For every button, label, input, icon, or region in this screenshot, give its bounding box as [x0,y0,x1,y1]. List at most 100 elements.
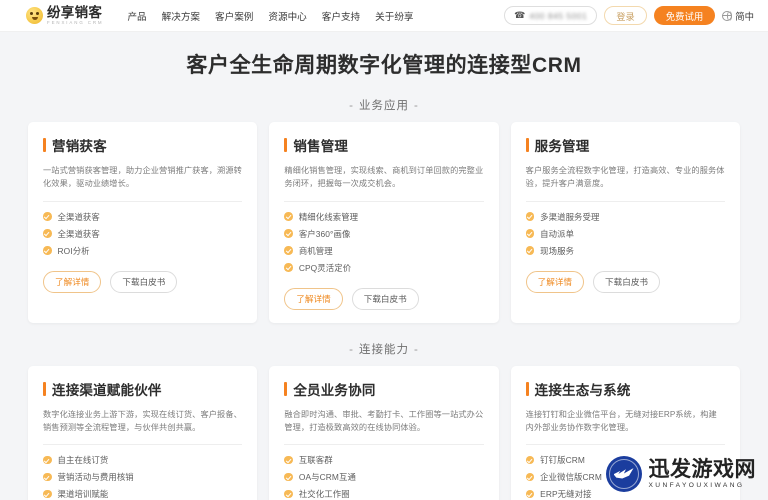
header-actions: ☎ 400 845 5001 登录 免费试用 简中 [504,6,754,25]
page-root: 纷享销客 FENXIANG CRM 产品 解决方案 客户案例 资源中心 客户支持… [0,0,768,500]
card-sales[interactable]: 销售管理 精细化销售管理，实现线索、商机到订单回款的完整业务闭环，把握每一次成交… [269,122,499,323]
nav-item-cases[interactable]: 客户案例 [215,9,253,23]
phone-number: 400 845 5001 [529,10,588,21]
free-trial-button[interactable]: 免费试用 [653,6,716,25]
feature-label: 钉钉版CRM [540,455,585,466]
check-circle-icon [43,489,52,499]
list-item[interactable]: 全渠道获客 [43,228,242,240]
card-description: 精细化销售管理，实现线索、商机到订单回款的完整业务闭环，把握每一次成交机会。 [284,166,484,189]
check-circle-icon [43,212,52,221]
card-ecosystem[interactable]: 连接生态与系统 连接钉钉和企业微信平台，无缝对接ERP系统，构建内外部业务协作数… [510,365,740,500]
accent-bar-icon [43,381,46,396]
accent-bar-icon [525,381,529,396]
card-marketing[interactable]: 营销获客 一站式营销获客管理，助力企业营销推广获客，溯源转化效果，驱动业绩增长。… [28,122,258,323]
download-whitepaper-button[interactable]: 下载白皮书 [593,270,661,293]
check-circle-icon [525,489,535,499]
nav-item-support[interactable]: 客户支持 [322,9,360,23]
list-item[interactable]: 精细化线索管理 [284,211,483,223]
phone-icon: ☎ [514,10,526,20]
list-item[interactable]: 渠道培训赋能 [43,488,242,500]
list-item[interactable]: 自主在线订货 [43,454,242,466]
check-circle-icon [43,229,52,238]
feature-label: 客户360°画像 [298,228,351,239]
section-label-connectivity: - 连接能力 - [0,341,768,357]
card-header: 营销获客 [43,135,242,155]
main-nav: 产品 解决方案 客户案例 资源中心 客户支持 关于纷享 [127,9,413,23]
login-button[interactable]: 登录 [604,6,647,25]
feature-label: 互联客群 [298,455,333,466]
feature-list: 全渠道获客 全渠道获客 ROI分析 [43,211,242,257]
divider [525,200,725,202]
card-actions: 了解详情 下载白皮书 [525,270,725,293]
card-header: 销售管理 [284,135,483,155]
check-circle-icon [284,489,293,499]
list-item[interactable]: ERP无缝对接 [525,488,725,500]
download-whitepaper-button[interactable]: 下载白皮书 [110,270,178,293]
feature-label: 现场服务 [540,245,575,256]
list-item[interactable]: 营销活动与费用核销 [43,471,242,483]
list-item[interactable]: 钉钉版CRM [525,454,725,466]
list-item[interactable]: CPQ灵活定价 [284,262,483,274]
list-item[interactable]: 自动派单 [525,228,725,240]
list-item[interactable]: ROI分析 [43,245,242,257]
learn-more-button[interactable]: 了解详情 [43,270,102,293]
brand-name: 纷享销客 [47,4,103,20]
accent-bar-icon [43,138,46,152]
list-item[interactable]: 多渠道服务受理 [525,211,725,223]
section-label-business: - 业务应用 - [0,97,768,113]
card-grid-connectivity: 连接渠道赋能伙伴 数字化连接业务上游下游，实现在线订货、客户报备、销售预测等全流… [0,365,768,500]
language-switcher[interactable]: 简中 [722,9,754,23]
brand-logo[interactable]: 纷享销客 FENXIANG CRM [26,6,103,25]
check-circle-icon [284,472,293,482]
feature-label: ROI分析 [57,245,90,256]
page-title: 客户全生命周期数字化管理的连接型CRM [186,54,582,77]
nav-item-products[interactable]: 产品 [127,9,146,23]
dash-right: - [414,343,419,356]
feature-label: CPQ灵活定价 [298,262,352,273]
card-title: 营销获客 [52,139,107,154]
dash-left: - [349,100,354,112]
check-circle-icon [43,472,52,482]
list-item[interactable]: 互联客群 [284,454,483,466]
card-channel-partners[interactable]: 连接渠道赋能伙伴 数字化连接业务上游下游，实现在线订货、客户报备、销售预测等全流… [28,365,258,500]
accent-bar-icon [284,138,288,152]
check-circle-icon [284,229,293,238]
card-collaboration[interactable]: 全员业务协同 融合即时沟通、审批、考勤打卡、工作圈等一站式办公管理，打造极致高效… [269,365,499,500]
divider [284,200,484,202]
learn-more-button[interactable]: 了解详情 [284,287,343,310]
feature-list: 钉钉版CRM 企业微信版CRM ERP无缝对接 [525,454,725,500]
feature-list: 自主在线订货 营销活动与费用核销 渠道培训赋能 [43,454,242,500]
mascot-icon [26,7,43,24]
list-item[interactable]: OA与CRM互通 [284,471,483,483]
feature-list: 多渠道服务受理 自动派单 现场服务 [525,211,725,257]
list-item[interactable]: 客户360°画像 [284,228,483,240]
card-header: 连接渠道赋能伙伴 [43,379,242,399]
accent-bar-icon [284,381,288,396]
check-circle-icon [525,246,535,255]
divider [43,200,243,202]
list-item[interactable]: 现场服务 [525,245,725,257]
nav-item-about[interactable]: 关于纷享 [375,9,413,23]
check-circle-icon [525,229,535,238]
divider [284,444,484,446]
check-circle-icon [284,212,293,221]
check-circle-icon [284,246,293,255]
card-description: 融合即时沟通、审批、考勤打卡、工作圈等一站式办公管理，打造极致高效的在线协同体验… [284,409,484,432]
list-item[interactable]: 商机管理 [284,245,483,257]
list-item[interactable]: 企业微信版CRM [525,471,725,483]
divider [525,444,725,446]
phone-button[interactable]: ☎ 400 845 5001 [504,6,598,25]
card-title: 连接生态与系统 [534,382,631,398]
list-item[interactable]: 社交化工作圈 [284,488,483,500]
check-circle-icon [43,455,52,465]
list-item[interactable]: 全渠道获客 [43,211,242,223]
nav-item-solutions[interactable]: 解决方案 [162,9,200,23]
site-header: 纷享销客 FENXIANG CRM 产品 解决方案 客户案例 资源中心 客户支持… [0,0,768,32]
card-service[interactable]: 服务管理 客户服务全流程数字化管理，打造高效、专业的服务体验，提升客户满意度。 … [510,122,740,323]
card-actions: 了解详情 下载白皮书 [43,270,242,293]
learn-more-button[interactable]: 了解详情 [525,270,585,293]
dash-left: - [349,343,354,356]
nav-item-resources[interactable]: 资源中心 [268,9,306,23]
check-circle-icon [284,263,293,272]
download-whitepaper-button[interactable]: 下载白皮书 [351,287,419,310]
